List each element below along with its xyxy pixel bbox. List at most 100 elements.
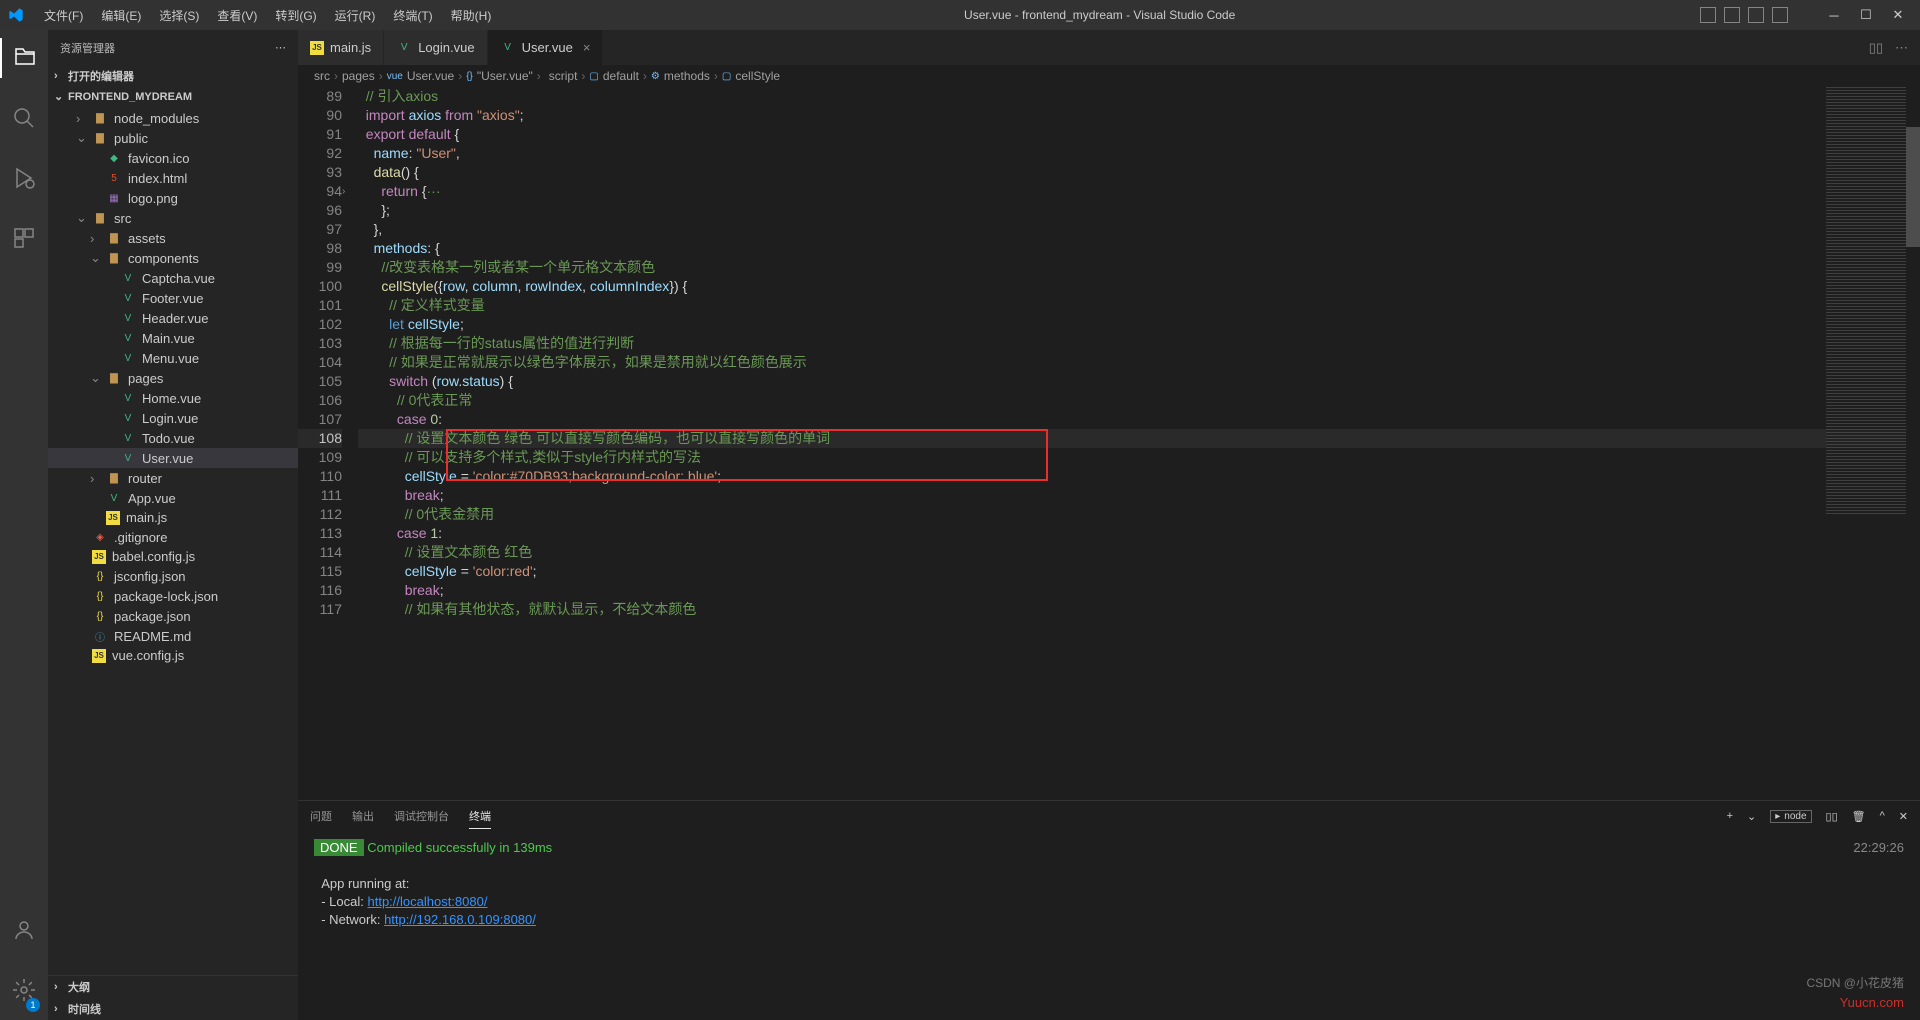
new-terminal-icon[interactable]: + [1727, 810, 1733, 822]
breadcrumb-item[interactable]: ▢ default [589, 69, 638, 83]
tree-item[interactable]: VUser.vue [48, 448, 298, 468]
tree-item[interactable]: ›▇assets [48, 228, 298, 248]
tree-item[interactable]: ◆favicon.ico [48, 148, 298, 168]
code-editor[interactable]: 899091929394›969798991001011021031041051… [298, 87, 1920, 800]
search-icon[interactable] [0, 98, 48, 138]
close-button[interactable]: ✕ [1884, 4, 1912, 26]
menu-item[interactable]: 编辑(E) [93, 3, 149, 28]
tree-item[interactable]: ⌄▇pages [48, 368, 298, 388]
menu-item[interactable]: 终端(T) [385, 3, 440, 28]
more-icon[interactable]: ⋯ [275, 41, 286, 54]
run-debug-icon[interactable] [0, 158, 48, 198]
tree-label: main.js [126, 510, 167, 525]
tree-item[interactable]: ▦logo.png [48, 188, 298, 208]
json-icon: {} [92, 608, 108, 624]
scrollbar[interactable] [1906, 87, 1920, 800]
menu-item[interactable]: 运行(R) [327, 3, 384, 28]
tree-item[interactable]: 5index.html [48, 168, 298, 188]
breadcrumb[interactable]: src›pages›vue User.vue›{} "User.vue"› sc… [298, 65, 1920, 87]
vue-icon: V [120, 450, 136, 466]
settings-icon[interactable] [0, 970, 48, 1010]
menu-item[interactable]: 帮助(H) [443, 3, 500, 28]
layout-icon[interactable] [1772, 7, 1788, 23]
breadcrumb-item[interactable]: script [545, 69, 578, 83]
minimap[interactable] [1826, 87, 1906, 800]
tree-item[interactable]: ›▇node_modules [48, 108, 298, 128]
outline-section[interactable]: ›大纲 [48, 976, 298, 998]
menu-item[interactable]: 选择(S) [151, 3, 207, 28]
panel-tab[interactable]: 终端 [469, 804, 491, 829]
menu-bar: 文件(F)编辑(E)选择(S)查看(V)转到(G)运行(R)终端(T)帮助(H) [36, 3, 499, 28]
split-editor-icon[interactable]: ▯▯ [1869, 40, 1883, 56]
tree-item[interactable]: VFooter.vue [48, 288, 298, 308]
menu-item[interactable]: 查看(V) [209, 3, 265, 28]
explorer-icon[interactable] [0, 38, 48, 78]
tree-label: App.vue [128, 491, 176, 506]
editor-tab[interactable]: VLogin.vue [384, 30, 487, 65]
tree-item[interactable]: JSbabel.config.js [48, 547, 298, 566]
panel-tab[interactable]: 输出 [352, 804, 374, 828]
tree-item[interactable]: VCaptcha.vue [48, 268, 298, 288]
dropdown-icon[interactable]: ⌄ [1747, 810, 1756, 823]
settings-badge: 1 [26, 998, 40, 1012]
tree-item[interactable]: JSvue.config.js [48, 646, 298, 665]
tree-item[interactable]: ⌄▇components [48, 248, 298, 268]
terminal[interactable]: 22:29:26 DONE Compiled successfully in 1… [298, 831, 1920, 1020]
html-icon: 5 [106, 170, 122, 186]
editor-tab[interactable]: JSmain.js [298, 30, 384, 65]
close-panel-icon[interactable]: ✕ [1899, 810, 1908, 823]
menu-item[interactable]: 转到(G) [267, 3, 324, 28]
more-icon[interactable]: ⋯ [1895, 40, 1908, 56]
json-icon: {} [92, 588, 108, 604]
tree-label: router [128, 471, 162, 486]
extensions-icon[interactable] [0, 218, 48, 258]
tree-label: Footer.vue [142, 291, 203, 306]
sidebar: 资源管理器 ⋯ ›打开的编辑器 ⌄FRONTEND_MYDREAM ›▇node… [48, 30, 298, 1020]
tree-item[interactable]: {}jsconfig.json [48, 566, 298, 586]
panel-tab[interactable]: 调试控制台 [394, 804, 449, 828]
open-editors-section[interactable]: ›打开的编辑器 [48, 65, 298, 87]
breadcrumb-item[interactable]: src [314, 69, 330, 83]
tree-item[interactable]: ⌄▇src [48, 208, 298, 228]
tree-item[interactable]: ›▇router [48, 468, 298, 488]
terminal-time: 22:29:26 [1853, 839, 1904, 857]
network-url[interactable]: http://192.168.0.109:8080/ [384, 912, 536, 927]
minimize-button[interactable]: ─ [1820, 4, 1848, 26]
tree-item[interactable]: VLogin.vue [48, 408, 298, 428]
layout-icon[interactable] [1724, 7, 1740, 23]
tree-item[interactable]: {}package-lock.json [48, 586, 298, 606]
breadcrumb-item[interactable]: ⚙ methods [651, 69, 710, 83]
tree-item[interactable]: VHome.vue [48, 388, 298, 408]
tree-item[interactable]: VMain.vue [48, 328, 298, 348]
tree-item[interactable]: {}package.json [48, 606, 298, 626]
maximize-panel-icon[interactable]: ^ [1880, 810, 1885, 822]
terminal-profile[interactable]: ▸ node [1770, 810, 1811, 823]
menu-item[interactable]: 文件(F) [36, 3, 91, 28]
breadcrumb-item[interactable]: {} "User.vue" [466, 69, 533, 83]
tree-item[interactable]: VHeader.vue [48, 308, 298, 328]
tree-item[interactable]: ⌄▇public [48, 128, 298, 148]
breadcrumb-item[interactable]: ▢ cellStyle [722, 69, 780, 83]
account-icon[interactable] [0, 910, 48, 950]
timeline-section[interactable]: ›时间线 [48, 998, 298, 1020]
folder-icon: ▇ [106, 470, 122, 486]
layout-icon[interactable] [1700, 7, 1716, 23]
tree-item[interactable]: ⓘREADME.md [48, 626, 298, 646]
tree-item[interactable]: JSmain.js [48, 508, 298, 527]
project-section[interactable]: ⌄FRONTEND_MYDREAM [48, 87, 298, 106]
local-url[interactable]: http://localhost:8080/ [367, 894, 487, 909]
layout-icon[interactable] [1748, 7, 1764, 23]
tree-item[interactable]: VTodo.vue [48, 428, 298, 448]
breadcrumb-item[interactable]: vue User.vue [387, 69, 454, 83]
close-tab-icon[interactable]: × [583, 40, 591, 55]
tree-item[interactable]: VMenu.vue [48, 348, 298, 368]
editor-tab[interactable]: VUser.vue× [488, 30, 604, 65]
tree-item[interactable]: ◈.gitignore [48, 527, 298, 547]
tree-item[interactable]: VApp.vue [48, 488, 298, 508]
tree-label: Todo.vue [142, 431, 195, 446]
panel-tab[interactable]: 问题 [310, 804, 332, 828]
split-terminal-icon[interactable]: ▯▯ [1826, 810, 1838, 823]
breadcrumb-item[interactable]: pages [342, 69, 375, 83]
trash-icon[interactable]: 🗑 [1852, 810, 1866, 823]
maximize-button[interactable]: ☐ [1852, 4, 1880, 26]
